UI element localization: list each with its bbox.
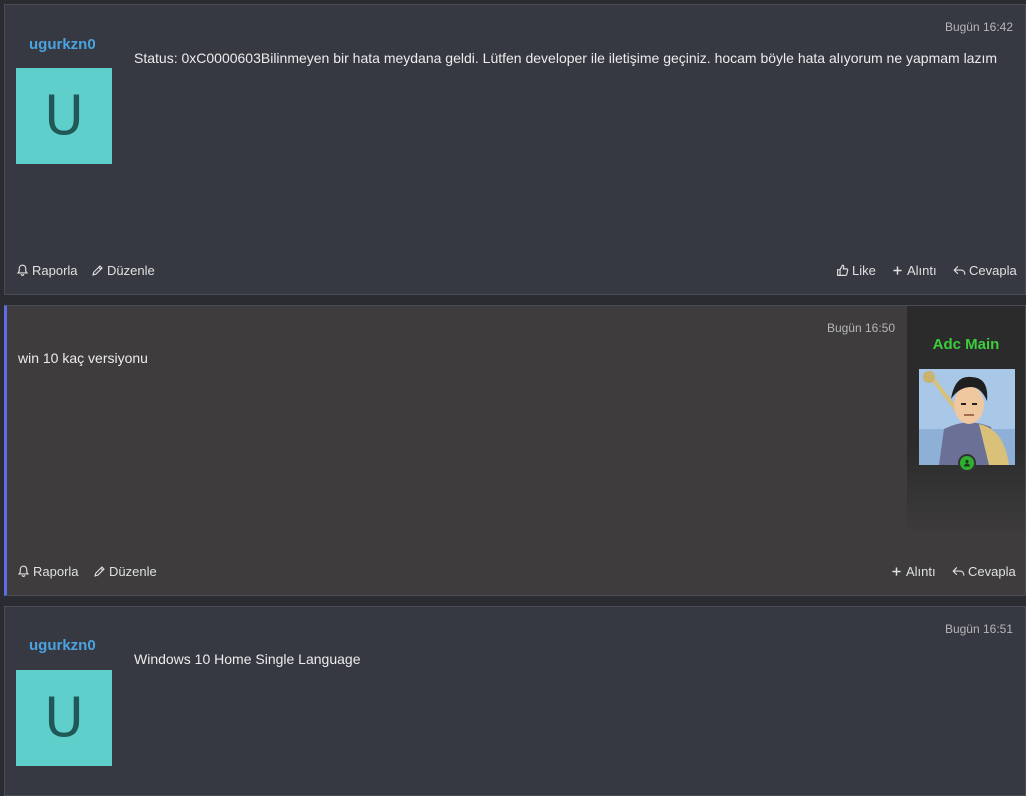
post-author-name[interactable]: ugurkzn0 [29,637,96,654]
edit-button[interactable]: Düzenle [93,564,157,579]
pencil-icon [94,566,105,577]
avatar[interactable]: U [16,68,112,164]
online-status-icon [958,454,976,472]
post-message: win 10 kaç versiyonu [18,350,148,366]
post-timestamp[interactable]: Bugün 16:42 [945,20,1013,34]
plus-icon [892,567,901,576]
avatar[interactable]: U [16,670,112,766]
edit-label: Düzenle [109,564,157,579]
quote-button[interactable]: Alıntı [890,564,936,579]
thumbs-up-icon [837,264,849,276]
author-panel: Adc Main [907,306,1025,536]
plus-icon [893,266,902,275]
post-timestamp[interactable]: Bugün 16:51 [945,622,1013,636]
avatar[interactable] [919,369,1015,465]
post-2: Bugün 16:50 win 10 kaç versiyonu Adc Mai… [4,305,1026,596]
reply-icon [953,266,966,275]
post-1: ugurkzn0 U Bugün 16:42 Status: 0xC000060… [4,4,1026,295]
like-button[interactable]: Like [836,263,876,278]
post-timestamp[interactable]: Bugün 16:50 [827,321,895,335]
reply-icon [952,567,965,576]
quote-button[interactable]: Alıntı [891,263,937,278]
report-label: Raporla [32,263,78,278]
post-author-name[interactable]: Adc Main [907,336,1025,353]
report-button[interactable]: Raporla [16,263,78,278]
report-button[interactable]: Raporla [17,564,79,579]
quote-label: Alıntı [906,564,936,579]
edit-button[interactable]: Düzenle [91,263,155,278]
reply-label: Cevapla [969,263,1017,278]
bell-icon [16,264,29,276]
avatar-image [919,369,1015,465]
post-author-name[interactable]: ugurkzn0 [29,36,96,53]
post-3: ugurkzn0 U Bugün 16:51 Windows 10 Home S… [4,606,1026,796]
post-message: Status: 0xC0000603Bilinmeyen bir hata me… [134,50,998,66]
reply-button[interactable]: Cevapla [952,564,1016,579]
pencil-icon [92,265,103,276]
quote-label: Alıntı [907,263,937,278]
report-label: Raporla [33,564,79,579]
bell-icon [17,565,30,577]
like-label: Like [852,263,876,278]
reply-label: Cevapla [968,564,1016,579]
reply-button[interactable]: Cevapla [953,263,1017,278]
post-message: Windows 10 Home Single Language [134,651,361,667]
edit-label: Düzenle [107,263,155,278]
